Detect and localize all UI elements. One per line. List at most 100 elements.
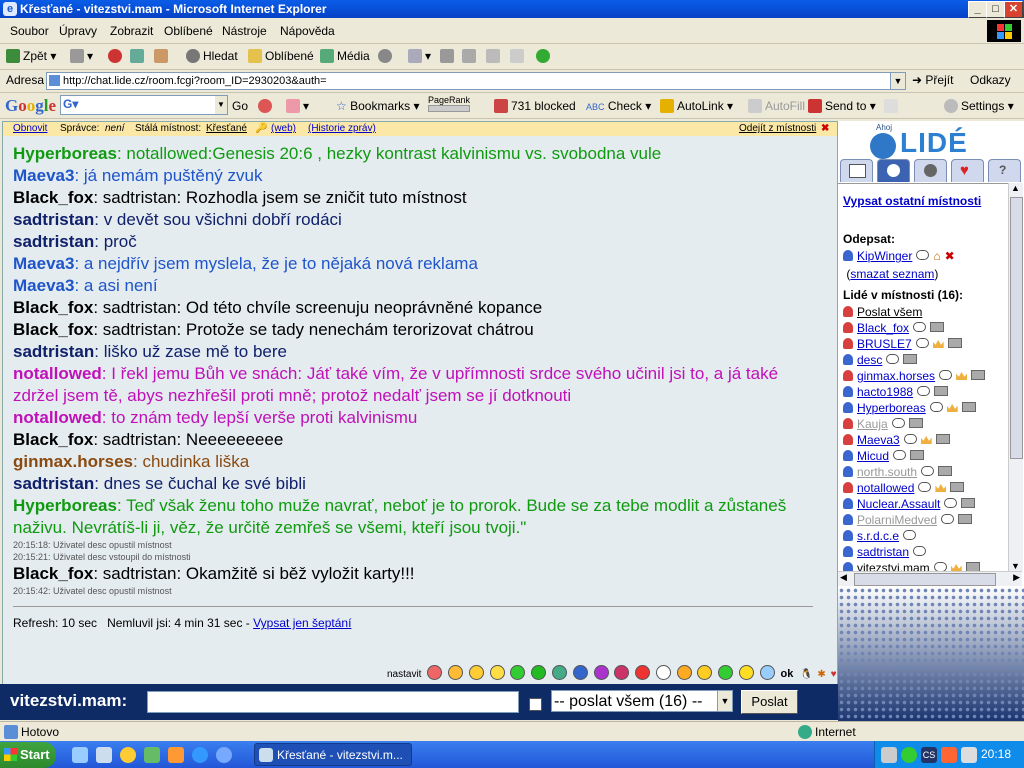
- messenger-button[interactable]: [536, 49, 553, 63]
- camera-icon[interactable]: [947, 338, 962, 348]
- message-nick[interactable]: Black_fox: [13, 298, 93, 317]
- media-button[interactable]: Média: [320, 49, 370, 63]
- user-name[interactable]: Kauja: [857, 417, 888, 431]
- camera-icon[interactable]: [971, 370, 986, 380]
- bookmarks-button[interactable]: ☆ Bookmarks ▾: [336, 99, 420, 113]
- chat-bubble-icon[interactable]: [918, 482, 932, 492]
- chat-bubble-icon[interactable]: [913, 322, 927, 332]
- chevron-down-icon[interactable]: ▼: [717, 691, 732, 711]
- smiley-icon[interactable]: [572, 665, 588, 680]
- camera-icon[interactable]: [961, 498, 976, 508]
- camera-icon[interactable]: [950, 482, 965, 492]
- camera-icon[interactable]: [938, 466, 953, 476]
- user-name[interactable]: Maeva3: [857, 433, 900, 447]
- user-name[interactable]: s.r.d.c.e: [857, 529, 899, 543]
- menu-favorites[interactable]: Oblíbené: [164, 24, 213, 38]
- user-name[interactable]: Black_fox: [857, 321, 909, 335]
- google-search-input[interactable]: G▾ ▼: [60, 95, 228, 115]
- smiley-icon[interactable]: [427, 665, 443, 680]
- penguin-icon[interactable]: 🐧: [800, 669, 812, 680]
- leave-room-link[interactable]: Odejít z místnosti: [739, 122, 816, 136]
- camera-icon[interactable]: [903, 354, 918, 364]
- camera-icon[interactable]: [934, 386, 949, 396]
- smiley-icon[interactable]: [655, 665, 671, 680]
- message-nick[interactable]: sadtristan: [13, 232, 94, 251]
- message-nick[interactable]: Maeva3: [13, 254, 74, 273]
- quicklaunch-media-icon[interactable]: [120, 747, 136, 763]
- message-nick[interactable]: Maeva3: [13, 276, 74, 295]
- user-name[interactable]: notallowed: [857, 481, 914, 495]
- taskbar-ie-window[interactable]: Křesťané - vitezstvi.m...: [254, 743, 412, 766]
- clear-list-link[interactable]: smazat seznam: [850, 267, 934, 281]
- refresh-button[interactable]: [130, 49, 147, 63]
- forward-button[interactable]: ▾: [70, 49, 93, 63]
- quicklaunch-calc-icon[interactable]: [144, 747, 160, 763]
- menu-file[interactable]: Soubor: [10, 24, 49, 38]
- smiley-icon[interactable]: [468, 665, 484, 680]
- message-nick[interactable]: sadtristan: [13, 474, 94, 493]
- camera-icon[interactable]: [930, 322, 945, 332]
- autolink-button[interactable]: AutoLink ▾: [660, 99, 733, 113]
- chat-bubble-icon[interactable]: [917, 386, 931, 396]
- chat-bubble-icon[interactable]: [891, 418, 905, 428]
- address-dropdown-button[interactable]: ▼: [890, 72, 906, 90]
- google-options-button[interactable]: ▾: [286, 99, 309, 113]
- message-nick[interactable]: Black_fox: [13, 564, 93, 583]
- remove-icon[interactable]: ✖: [945, 249, 955, 263]
- tab-settings[interactable]: [914, 159, 947, 182]
- message-nick[interactable]: Black_fox: [13, 320, 93, 339]
- message-nick[interactable]: Hyperboreas: [13, 144, 117, 163]
- user-name[interactable]: BRUSLE7: [857, 337, 912, 351]
- user-name[interactable]: sadtristan: [857, 545, 909, 559]
- chat-bubble-icon[interactable]: [921, 466, 935, 476]
- menu-edit[interactable]: Úpravy: [59, 24, 97, 38]
- user-name[interactable]: north.south: [857, 465, 917, 479]
- sendto-button[interactable]: Send to ▾: [808, 99, 876, 113]
- scroll-right-icon[interactable]: ▶: [1013, 572, 1020, 583]
- smiley-icon[interactable]: [448, 665, 464, 680]
- camera-icon[interactable]: [958, 514, 973, 524]
- print-button[interactable]: [440, 49, 457, 63]
- maximize-button[interactable]: □: [986, 1, 1005, 18]
- scroll-down-icon[interactable]: ▼: [1011, 561, 1020, 571]
- send-all-link[interactable]: Poslat všem: [857, 305, 922, 319]
- favorites-button[interactable]: Oblíbené: [248, 49, 314, 63]
- refresh-link[interactable]: Obnovit: [13, 122, 47, 136]
- message-nick[interactable]: Black_fox: [13, 430, 93, 449]
- chat-bubble-icon[interactable]: [893, 450, 907, 460]
- camera-icon[interactable]: [908, 418, 923, 428]
- smiley-icon[interactable]: [635, 665, 651, 680]
- recipient-select[interactable]: -- poslat všem (16) -- ▼: [551, 690, 733, 712]
- unsubscribe-user-link[interactable]: KipWinger: [857, 249, 912, 263]
- message-nick[interactable]: notallowed: [13, 408, 102, 427]
- discuss-button[interactable]: [486, 49, 503, 63]
- message-nick[interactable]: sadtristan: [13, 342, 94, 361]
- whisper-checkbox[interactable]: [529, 698, 542, 711]
- message-nick[interactable]: Maeva3: [13, 166, 74, 185]
- chat-bubble-icon[interactable]: [929, 402, 943, 412]
- history-button[interactable]: [378, 49, 395, 63]
- user-name[interactable]: Hyperboreas: [857, 401, 926, 415]
- smiley-settings-label[interactable]: nastavit: [387, 669, 421, 680]
- message-nick[interactable]: sadtristan: [13, 210, 94, 229]
- heart-icon[interactable]: ♥: [831, 669, 837, 680]
- chat-bubble-icon[interactable]: [903, 434, 917, 444]
- address-input[interactable]: http://chat.lide.cz/room.fcgi?room_ID=29…: [46, 72, 904, 90]
- camera-icon[interactable]: [910, 450, 925, 460]
- menu-view[interactable]: Zobrazit: [110, 24, 153, 38]
- chat-bubble-icon[interactable]: [903, 530, 917, 540]
- back-button[interactable]: Zpět ▾: [6, 49, 56, 63]
- message-nick[interactable]: ginmax.horses: [13, 452, 133, 471]
- whisper-only-link[interactable]: Vypsat jen šeptání: [253, 616, 351, 630]
- user-name[interactable]: ginmax.horses: [857, 369, 935, 383]
- google-search-dropdown[interactable]: ▼: [215, 96, 227, 114]
- tray-language-icon[interactable]: CS: [921, 747, 937, 763]
- smiley-icon[interactable]: [593, 665, 609, 680]
- menu-tools[interactable]: Nástroje: [222, 24, 267, 38]
- quicklaunch-notepad-icon[interactable]: [96, 747, 112, 763]
- smiley-icon[interactable]: [697, 665, 713, 680]
- user-name[interactable]: PolarniMedved: [857, 513, 937, 527]
- user-name[interactable]: hacto1988: [857, 385, 913, 399]
- highlight-button[interactable]: [884, 99, 901, 113]
- close-button[interactable]: ✕: [1004, 1, 1023, 18]
